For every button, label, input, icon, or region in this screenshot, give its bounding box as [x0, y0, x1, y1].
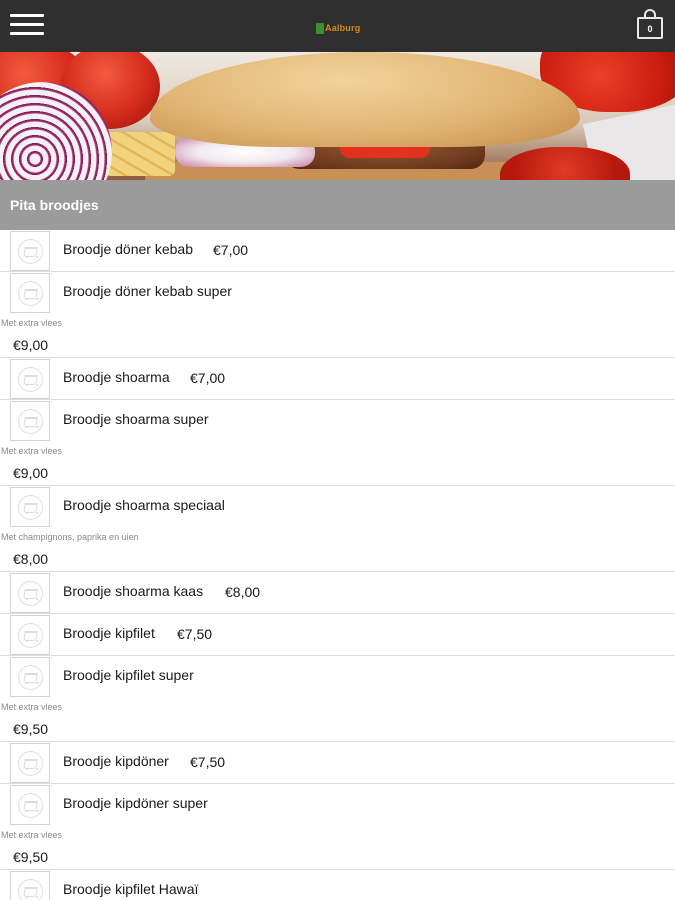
menu-item-name: Broodje kipfilet Hawaï	[63, 881, 199, 897]
menu-item[interactable]: Broodje kipdöner €7,50	[0, 742, 675, 784]
menu-item-price: €7,50	[190, 754, 226, 770]
menu-item-description: Met champignons, paprika en uien	[1, 532, 139, 542]
menu-item-price: €7,00	[213, 242, 249, 258]
menu-item-price: €9,50	[13, 849, 49, 865]
menu-item[interactable]: Broodje shoarma €7,00	[0, 358, 675, 400]
menu-item-price: €9,50	[13, 721, 49, 737]
menu-item-description: Met extra vlees	[1, 830, 63, 840]
cart-count-badge: 0	[647, 24, 653, 34]
menu-item-name: Broodje shoarma kaas	[63, 583, 204, 599]
menu-item-price: €9,00	[13, 337, 49, 353]
add-to-cart-icon[interactable]	[10, 573, 50, 613]
menu-item-header: Broodje döner kebab super	[0, 272, 675, 313]
menu-item[interactable]: Broodje kipfilet €7,50	[0, 614, 675, 656]
menu-item-name: Broodje kipfilet super	[63, 667, 194, 683]
menu-item-header: Broodje kipdöner super	[0, 784, 675, 825]
menu-item-header: Broodje kipfilet €7,50	[0, 614, 675, 655]
menu-item[interactable]: Broodje kipfilet Hawaï	[0, 870, 675, 900]
menu-item-header: Broodje döner kebab €7,00	[0, 230, 675, 271]
menu-item-header: Broodje kipdöner €7,50	[0, 742, 675, 783]
menu-item[interactable]: Broodje shoarma speciaal Met champignons,…	[0, 486, 675, 572]
menu-item[interactable]: Broodje shoarma super Met extra vlees €9,0…	[0, 400, 675, 486]
category-header: Pita broodjes	[0, 180, 675, 230]
add-to-cart-icon[interactable]	[10, 871, 50, 900]
top-app-bar: Aalburg 0	[0, 0, 675, 52]
add-to-cart-icon[interactable]	[10, 231, 50, 271]
menu-item-header: Broodje shoarma kaas €8,00	[0, 572, 675, 613]
hamburger-menu-icon[interactable]	[10, 14, 44, 38]
restaurant-logo[interactable]: Aalburg	[316, 20, 360, 36]
menu-item[interactable]: Broodje döner kebab super Met extra vlees…	[0, 272, 675, 358]
menu-item-header: Broodje kipfilet Hawaï	[0, 870, 675, 900]
menu-item[interactable]: Broodje shoarma kaas €8,00	[0, 572, 675, 614]
menu-item[interactable]: Broodje kipfilet super Met extra vlees €9,…	[0, 656, 675, 742]
category-banner-image	[0, 52, 675, 180]
menu-item-price: €8,00	[13, 551, 49, 567]
add-to-cart-icon[interactable]	[10, 273, 50, 313]
menu-item-name: Broodje döner kebab	[63, 241, 193, 257]
menu-item-list: Broodje döner kebab €7,00 Broodje döner ke…	[0, 230, 675, 900]
menu-item-name: Broodje kipdöner super	[63, 795, 208, 811]
menu-item-name: Broodje döner kebab super	[63, 283, 232, 299]
menu-item-price: €8,00	[225, 584, 261, 600]
menu-item-header: Broodje shoarma super	[0, 400, 675, 441]
menu-item[interactable]: Broodje döner kebab €7,00	[0, 230, 675, 272]
menu-item-price: €7,50	[177, 626, 213, 642]
menu-item[interactable]: Broodje kipdöner super Met extra vlees €9,…	[0, 784, 675, 870]
menu-item-header: Broodje shoarma speciaal	[0, 486, 675, 527]
add-to-cart-icon[interactable]	[10, 487, 50, 527]
add-to-cart-icon[interactable]	[10, 657, 50, 697]
logo-mark	[316, 22, 324, 34]
add-to-cart-icon[interactable]	[10, 615, 50, 655]
menu-item-header: Broodje kipfilet super	[0, 656, 675, 697]
add-to-cart-icon[interactable]	[10, 785, 50, 825]
menu-item-header: Broodje shoarma €7,00	[0, 358, 675, 399]
menu-item-name: Broodje kipfilet	[63, 625, 155, 641]
menu-item-name: Broodje shoarma speciaal	[63, 497, 225, 513]
menu-item-description: Met extra vlees	[1, 446, 63, 456]
menu-item-price: €9,00	[13, 465, 49, 481]
menu-item-description: Met extra vlees	[1, 702, 63, 712]
add-to-cart-icon[interactable]	[10, 359, 50, 399]
menu-item-price: €7,00	[190, 370, 226, 386]
shopping-bag-icon[interactable]: 0	[636, 9, 664, 41]
add-to-cart-icon[interactable]	[10, 401, 50, 441]
category-title: Pita broodjes	[10, 197, 99, 213]
menu-item-name: Broodje shoarma super	[63, 411, 209, 427]
menu-item-name: Broodje shoarma	[63, 369, 170, 385]
add-to-cart-icon[interactable]	[10, 743, 50, 783]
menu-item-name: Broodje kipdöner	[63, 753, 169, 769]
logo-text: Aalburg	[325, 23, 361, 33]
menu-item-description: Met extra vlees	[1, 318, 63, 328]
